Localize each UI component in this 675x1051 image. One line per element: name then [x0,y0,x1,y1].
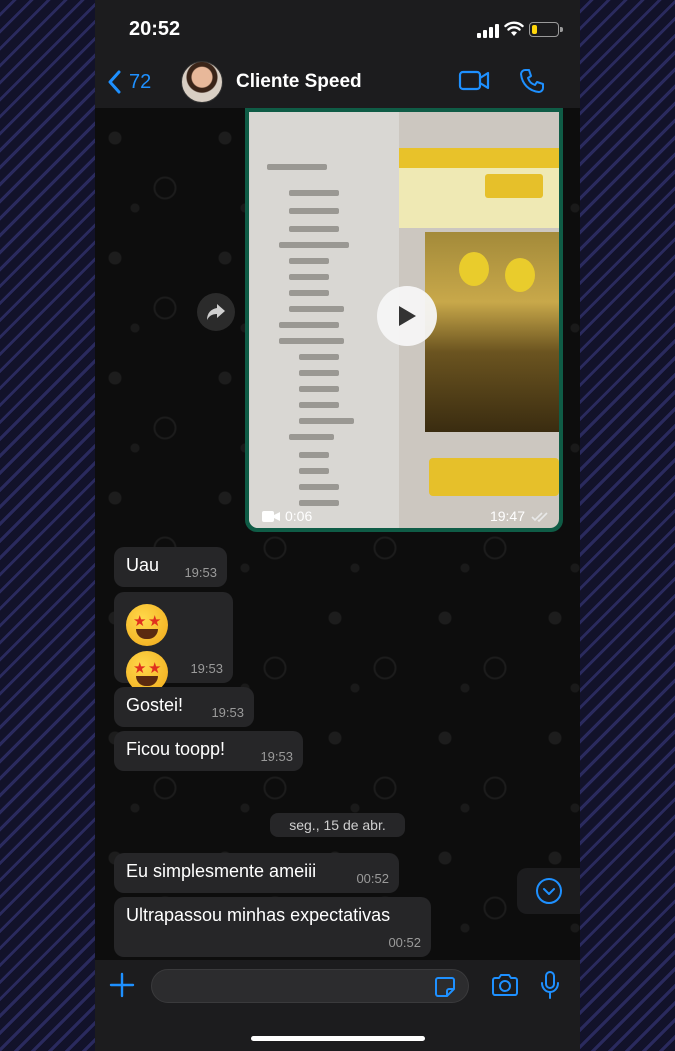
message-time: 00:52 [356,871,389,886]
plus-icon[interactable] [109,972,135,998]
message-text: Gostei! [126,695,184,715]
star-struck-emoji: ★ ★ [126,604,168,646]
contact-name[interactable]: Cliente Speed [236,71,362,93]
back-button[interactable]: 72 [107,66,151,98]
message-bubble[interactable]: Uau 19:53 [114,547,227,587]
double-check-icon [531,511,548,522]
forward-icon [207,304,225,320]
message-bubble[interactable]: Gostei! 19:53 [114,687,254,727]
status-time: 20:52 [129,18,181,40]
microphone-icon[interactable] [540,970,560,1000]
signal-icon [477,24,499,38]
message-text: Eu simplesmente ameiii [126,861,317,881]
message-input[interactable] [151,969,469,1003]
avatar[interactable] [181,61,223,103]
emoji-message-bubble[interactable]: ★ ★ ★ ★ 19:53 [114,592,233,693]
scroll-down-button[interactable] [517,868,580,914]
message-bubble[interactable]: Ultrapassou minhas expectativas 00:52 [114,897,431,957]
video-call-icon[interactable] [458,69,490,93]
forward-button[interactable] [197,293,235,331]
video-timestamp: 19:47 [490,508,549,524]
date-separator: seg., 15 de abr. [270,813,405,837]
video-time-text: 19:47 [489,508,525,524]
phone-screen: 20:52 72 Cliente Speed 0:06 19:47 Uau 19… [95,0,580,1051]
message-time: 00:52 [388,935,421,950]
home-indicator [251,1036,425,1041]
video-thumbnail: 0:06 19:47 [249,112,559,528]
message-bubble[interactable]: Ficou toopp! 19:53 [114,731,303,771]
sticker-icon[interactable] [434,976,456,998]
message-time: 19:53 [184,565,217,580]
chat-header: 72 Cliente Speed [95,56,580,108]
battery-icon [529,22,563,37]
status-bar: 20:52 [95,0,580,56]
video-duration-text: 0:06 [285,508,313,524]
message-text: Ficou toopp! [126,739,226,759]
wifi-icon [504,21,524,36]
video-camera-icon [262,510,280,522]
back-chevron-icon [108,70,121,94]
message-bubble[interactable]: Eu simplesmente ameiii 00:52 [114,853,399,893]
back-count: 72 [129,70,152,93]
chevron-down-icon [535,878,562,904]
play-button[interactable] [377,286,437,346]
message-text: Ultrapassou minhas expectativas [126,905,391,925]
play-icon [399,306,416,326]
phone-icon[interactable] [519,68,545,94]
video-message[interactable]: 0:06 19:47 [245,108,563,532]
message-time: 19:53 [260,749,293,764]
camera-icon[interactable] [491,973,519,997]
message-text: Uau [126,555,160,575]
video-duration: 0:06 [261,508,312,524]
input-bar [95,960,580,1051]
message-time: 19:53 [211,705,244,720]
message-time: 19:53 [190,661,223,676]
